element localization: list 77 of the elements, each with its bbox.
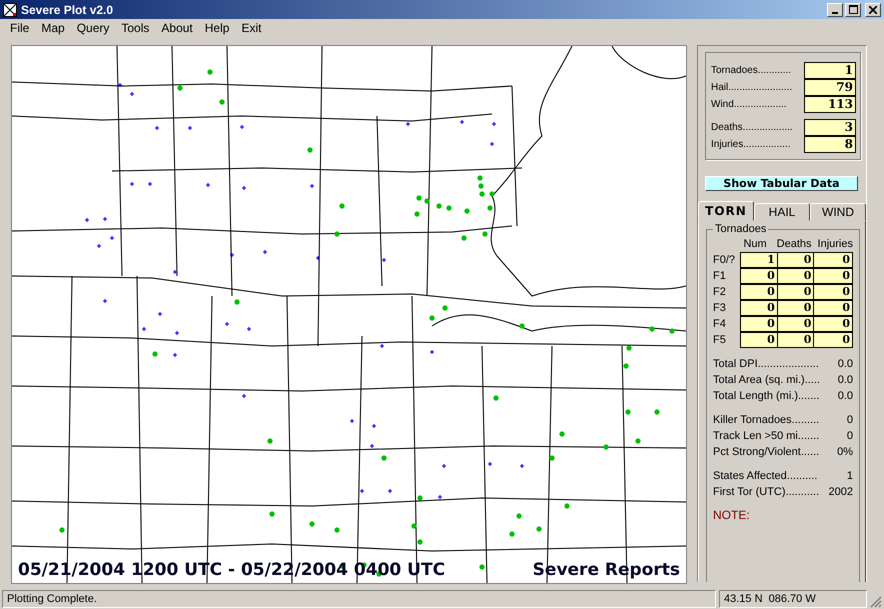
close-button[interactable] — [865, 2, 881, 16]
table-cell: 0 — [813, 316, 854, 332]
stat-label: Killer Tornadoes......... — [713, 414, 820, 426]
table-cell: 0 — [776, 268, 814, 284]
count-label: Tornadoes............ — [711, 65, 792, 76]
app-icon — [3, 2, 17, 16]
tab[interactable]: TORN — [698, 201, 754, 221]
status-message: Plotting Complete. — [2, 590, 716, 608]
maximize-button[interactable] — [845, 2, 861, 16]
menu-item[interactable]: Map — [35, 21, 71, 35]
row-label: F0/? — [713, 254, 736, 266]
column-header: Num — [743, 238, 767, 250]
table-cell: 0 — [813, 252, 854, 268]
table-cell: 0 — [776, 332, 814, 348]
menu-item[interactable]: Query — [70, 21, 116, 35]
count-value: 1 — [804, 62, 856, 78]
menu-item[interactable]: Help — [198, 21, 236, 35]
stat-value: 0% — [837, 446, 853, 458]
count-value: 113 — [804, 96, 856, 112]
row-label: F4 — [713, 318, 727, 330]
stat-label: Pct Strong/Violent...... — [713, 446, 820, 458]
minimize-icon — [832, 12, 838, 14]
stat-value: 0 — [846, 414, 853, 426]
menu-item[interactable]: About — [155, 21, 199, 35]
casualty-value: 8 — [804, 136, 856, 152]
casualty-value: 3 — [804, 118, 856, 136]
row-label: F1 — [713, 270, 727, 282]
column-header: Injuries — [818, 238, 853, 250]
stat-value: 0.0 — [838, 374, 853, 386]
count-label: Hail....................... — [711, 82, 792, 93]
show-tabular-data-button[interactable]: Show Tabular Data — [705, 176, 858, 191]
table-cell: 0 — [740, 300, 778, 316]
menu-item[interactable]: Tools — [115, 21, 156, 35]
stat-label: States Affected.......... — [713, 470, 818, 482]
table-cell: 0 — [813, 268, 854, 284]
stat-label: Track Len >50 mi....... — [713, 430, 820, 442]
stat-label: Total Area (sq. mi.)..... — [713, 374, 820, 386]
menu-item[interactable]: Exit — [235, 21, 268, 35]
table-cell: 0 — [740, 332, 778, 348]
row-label: F5 — [713, 334, 727, 346]
group-title: Tornadoes — [713, 223, 768, 235]
table-cell: 0 — [813, 300, 854, 316]
note-label: NOTE: — [713, 508, 751, 522]
casualty-label: Deaths.................. — [711, 122, 793, 133]
minimize-button[interactable] — [827, 2, 843, 16]
close-icon — [869, 6, 877, 14]
stat-label: Total Length (mi.)....... — [713, 390, 820, 402]
column-header: Deaths — [776, 238, 812, 250]
table-cell: 0 — [813, 284, 854, 300]
table-cell: 0 — [776, 252, 814, 268]
row-label: F2 — [713, 286, 727, 298]
table-cell: 1 — [740, 252, 778, 268]
casualty-label: Injuries................. — [711, 139, 790, 150]
resize-grip-icon — [870, 596, 882, 608]
stat-value: 0 — [846, 430, 853, 442]
maximize-icon — [848, 5, 858, 14]
stat-value: 0.0 — [838, 390, 853, 402]
tab[interactable]: HAIL — [754, 203, 810, 221]
status-coordinates: 43.15 N 086.70 W — [719, 590, 867, 608]
table-cell: 0 — [740, 268, 778, 284]
row-label: F3 — [713, 302, 727, 314]
stat-label: Total DPI.................... — [713, 358, 819, 370]
table-cell: 0 — [776, 300, 814, 316]
table-cell: 0 — [813, 332, 854, 348]
stat-label: First Tor (UTC)........... — [713, 486, 820, 498]
count-label: Wind................... — [711, 99, 787, 110]
table-cell: 0 — [740, 316, 778, 332]
count-value: 79 — [804, 78, 856, 96]
table-cell: 0 — [776, 284, 814, 300]
window-title: Severe Plot v2.0 — [21, 2, 114, 16]
stat-value: 1 — [846, 470, 853, 482]
table-cell: 0 — [776, 316, 814, 332]
stat-value: 0.0 — [838, 358, 853, 370]
table-cell: 0 — [740, 284, 778, 300]
menu-item[interactable]: File — [4, 21, 36, 35]
stat-value: 2002 — [828, 486, 853, 498]
tab[interactable]: WIND — [810, 203, 866, 221]
